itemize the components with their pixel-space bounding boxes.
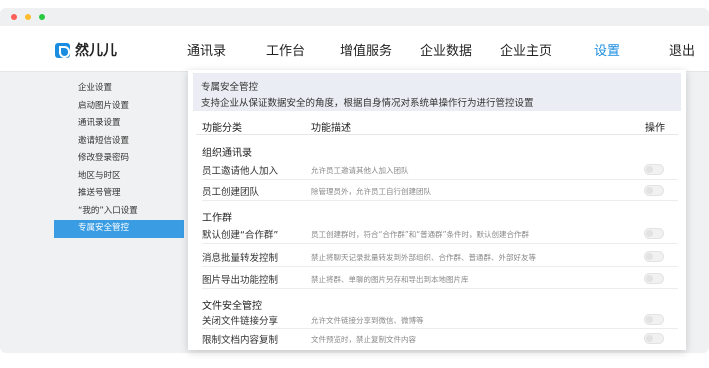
column-header-action: 操作 <box>645 123 665 134</box>
sidebar-item-startup-image[interactable]: 启动图片设置 <box>54 98 184 116</box>
row-divider <box>202 328 678 329</box>
setting-name: 员工邀请他人加入 <box>202 166 279 177</box>
column-header-description: 功能描述 <box>311 123 351 134</box>
group-title-work-groups: 工作群 <box>202 213 232 224</box>
nav-item-enterprise-data[interactable]: 企业数据 <box>420 40 472 59</box>
setting-description: 允许员工邀请其他人加入团队 <box>311 166 409 175</box>
toggle-switch[interactable] <box>644 164 664 175</box>
setting-name: 默认创建“合作群” <box>202 230 279 241</box>
setting-description: 禁止将聊天记录批量转发到外部组织、合作群、普通群、外部好友等 <box>311 253 536 262</box>
setting-name: 关闭文件链接分享 <box>202 316 279 327</box>
maximize-window-button[interactable] <box>39 14 45 20</box>
nav-item-contacts[interactable]: 通讯录 <box>187 40 226 59</box>
nav-item-enterprise-home[interactable]: 企业主页 <box>500 40 552 59</box>
sidebar-item-push-accounts[interactable]: 推送号管理 <box>54 185 184 203</box>
sidebar-item-invite-sms[interactable]: 邀请短信设置 <box>54 133 184 151</box>
sidebar-item-enterprise-settings[interactable]: 企业设置 <box>54 80 184 98</box>
security-control-panel: 专属安全管控 支持企业从保证数据安全的角度，根据自身情况对系统单操作行为进行管控… <box>188 70 686 350</box>
setting-name: 消息批量转发控制 <box>202 253 279 264</box>
setting-description: 员工创建群时，符合“合作群”和“普通群”条件时，默认创建合作群 <box>311 230 530 239</box>
nav-item-settings[interactable]: 设置 <box>594 40 620 59</box>
column-header-category: 功能分类 <box>202 123 242 134</box>
row-divider <box>202 179 678 180</box>
sidebar-item-security-control[interactable]: 专属安全管控 <box>54 220 184 238</box>
top-nav-bar: 然儿儿 通讯录 工作台 增值服务 企业数据 企业主页 设置 退出 <box>0 26 709 72</box>
toggle-switch[interactable] <box>644 251 664 262</box>
brand-logo-icon <box>55 42 70 58</box>
setting-name: 图片导出功能控制 <box>202 275 279 286</box>
sidebar-item-my-entry[interactable]: “我的”入口设置 <box>54 203 184 221</box>
setting-description: 禁止将群、单聊的图片另存和导出到本地图片库 <box>311 275 469 284</box>
toggle-switch[interactable] <box>644 314 664 325</box>
panel-title: 专属安全管控 <box>201 82 259 93</box>
group-title-file-security: 文件安全管控 <box>202 301 262 312</box>
sidebar-item-region-timezone[interactable]: 地区与时区 <box>54 168 184 186</box>
toggle-switch[interactable] <box>644 273 664 284</box>
toggle-switch[interactable] <box>644 228 664 239</box>
nav-item-workbench[interactable]: 工作台 <box>266 40 305 59</box>
group-title-org-contacts: 组织通讯录 <box>202 148 252 159</box>
panel-header: 专属安全管控 支持企业从保证数据安全的角度，根据自身情况对系统单操作行为进行管控… <box>193 73 681 111</box>
nav-item-logout[interactable]: 退出 <box>669 40 695 59</box>
brand-name: 然儿儿 <box>75 43 117 59</box>
settings-sidebar: 企业设置 启动图片设置 通讯录设置 邀请短信设置 修改登录密码 地区与时区 推送… <box>54 80 184 238</box>
nav-item-value-added[interactable]: 增值服务 <box>340 40 392 59</box>
window-titlebar <box>0 8 709 26</box>
sidebar-item-change-password[interactable]: 修改登录密码 <box>54 150 184 168</box>
brand-logo[interactable]: 然儿儿 <box>55 40 117 60</box>
setting-description: 允许文件链接分享到微信、微博等 <box>311 316 424 325</box>
setting-name: 限制文档内容复制 <box>202 335 279 346</box>
header-divider <box>196 134 678 135</box>
toggle-switch[interactable] <box>644 333 664 344</box>
setting-name: 员工创建团队 <box>202 187 260 198</box>
row-divider <box>202 200 678 201</box>
row-divider <box>202 266 678 267</box>
close-window-button[interactable] <box>11 14 17 20</box>
toggle-switch[interactable] <box>644 185 664 196</box>
row-divider <box>202 288 678 289</box>
row-divider <box>202 243 678 244</box>
setting-description: 文件预览时，禁止复制文件内容 <box>311 335 416 344</box>
minimize-window-button[interactable] <box>25 14 31 20</box>
sidebar-item-contacts-settings[interactable]: 通讯录设置 <box>54 115 184 133</box>
setting-description: 除管理员外，允许员工自行创建团队 <box>311 187 431 196</box>
panel-subtitle: 支持企业从保证数据安全的角度，根据自身情况对系统单操作行为进行管控设置 <box>201 98 534 109</box>
